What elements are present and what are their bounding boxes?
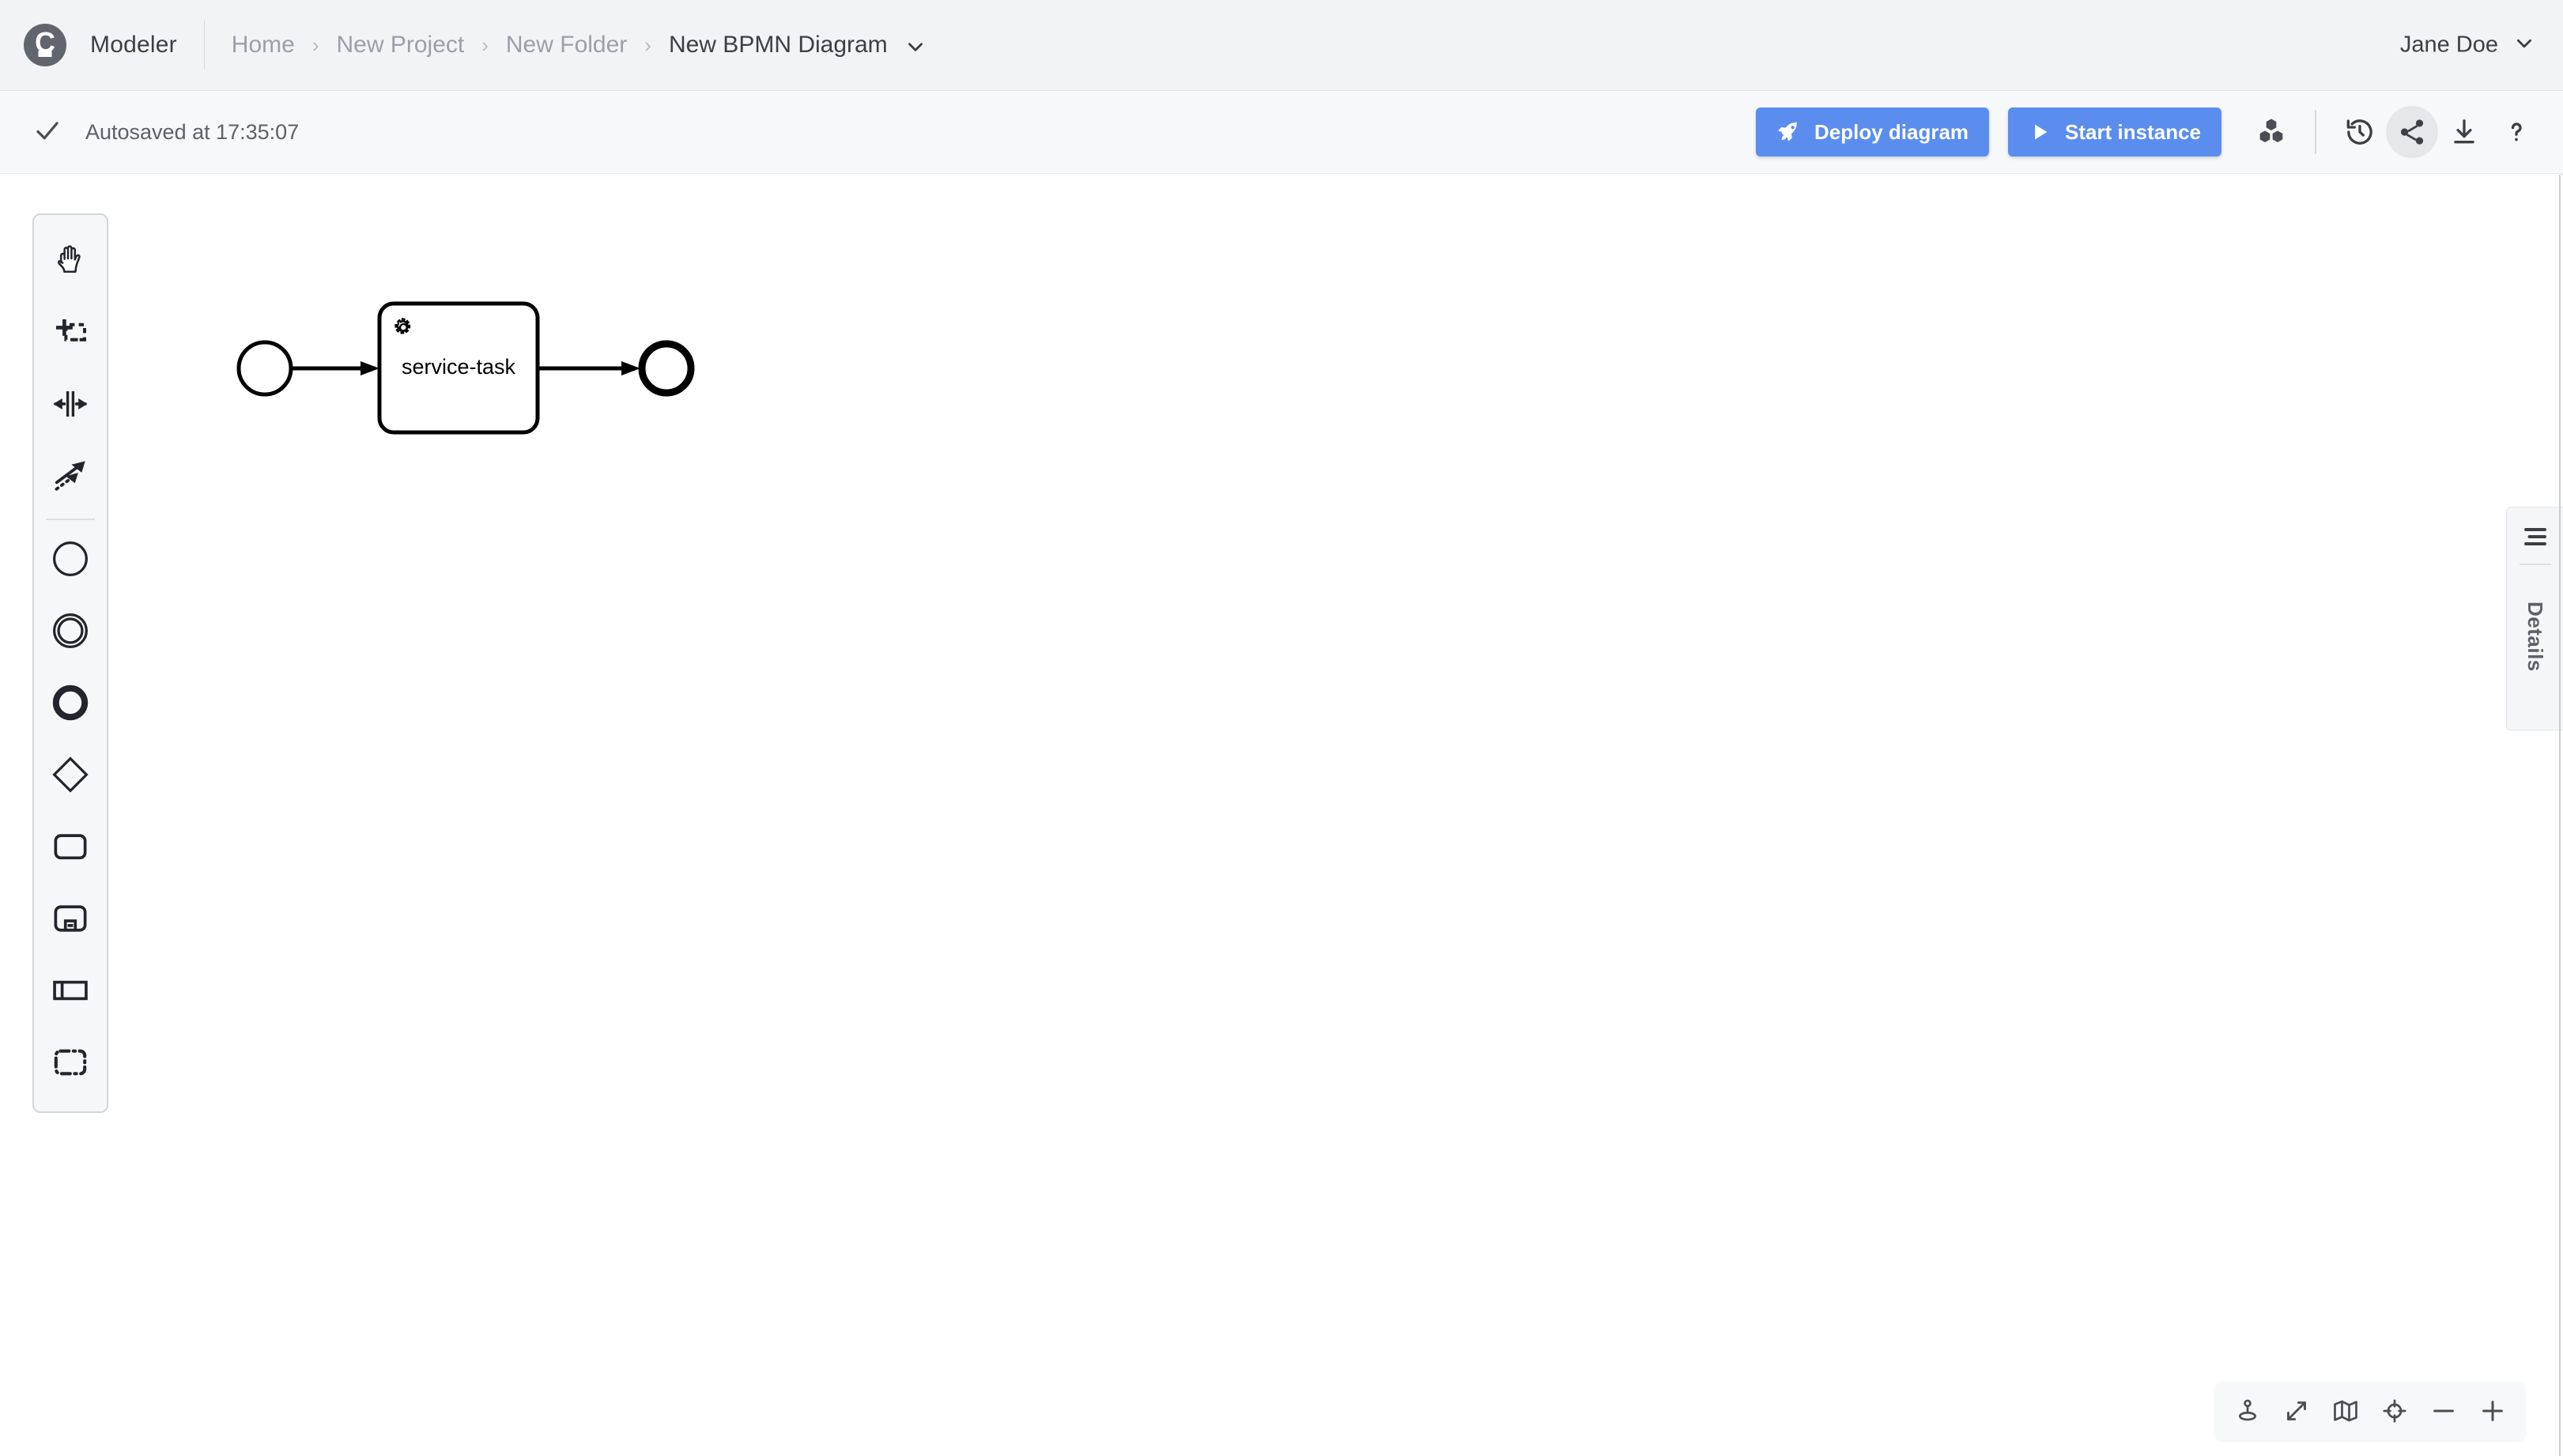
- breadcrumb-separator: ›: [481, 35, 489, 55]
- palette-create-participant[interactable]: [35, 956, 106, 1028]
- logo-wrap: C: [24, 24, 66, 66]
- crosshair-icon[interactable]: [2370, 1386, 2419, 1435]
- autosave-text: Autosaved at 17:35:07: [85, 120, 299, 145]
- chevron-down-icon[interactable]: [905, 36, 923, 54]
- rocket-icon: [1776, 120, 1800, 144]
- breadcrumb-item-new-project[interactable]: New Project: [337, 32, 465, 58]
- start-instance-button[interactable]: Start instance: [2008, 108, 2221, 157]
- group-dashed-rect-icon: [50, 1042, 91, 1087]
- deploy-diagram-button[interactable]: Deploy diagram: [1756, 108, 1989, 157]
- download-icon[interactable]: [2438, 106, 2490, 158]
- camunda-c-logo-icon[interactable]: C: [24, 24, 66, 66]
- question-mark-icon[interactable]: [2490, 106, 2542, 158]
- participant-pool-icon: [50, 970, 91, 1015]
- map-icon[interactable]: [2321, 1386, 2370, 1435]
- autosave-status: Autosaved at 17:35:07: [33, 116, 299, 149]
- bpmn-service-task-label: service-task: [402, 355, 516, 379]
- palette-create-gateway[interactable]: [35, 741, 106, 813]
- canvas-right-edge: [2559, 175, 2561, 1456]
- modeler-app: C Modeler Home › New Project › New Folde…: [0, 0, 2563, 1456]
- breadcrumb-item-new-folder[interactable]: New Folder: [506, 32, 627, 58]
- details-panel-toggle[interactable]: Details: [2506, 507, 2563, 730]
- share-nodes-icon[interactable]: [2386, 106, 2438, 158]
- palette-create-group[interactable]: [35, 1028, 106, 1100]
- palette-create-subprocess[interactable]: [35, 885, 106, 956]
- breadcrumb-separator: ›: [644, 35, 651, 55]
- cluster-hexagons-icon[interactable]: [2245, 106, 2297, 158]
- plus-icon[interactable]: [2468, 1386, 2517, 1435]
- minus-icon[interactable]: [2419, 1386, 2468, 1435]
- start-instance-label: Start instance: [2065, 120, 2201, 145]
- user-menu[interactable]: Jane Doe: [2400, 32, 2535, 58]
- checkmark-icon: [33, 116, 62, 149]
- bpmn-start-event[interactable]: [239, 342, 291, 394]
- details-divider: [2520, 564, 2551, 565]
- logo-bar: [39, 51, 52, 57]
- action-bar: Autosaved at 17:35:07 Deploy diagram: [0, 91, 2563, 174]
- app-name: Modeler: [90, 32, 177, 58]
- deploy-diagram-label: Deploy diagram: [1814, 120, 1968, 145]
- task-rounded-rect-icon: [50, 826, 91, 871]
- bpmn-sequence-flow-2[interactable]: [538, 361, 640, 375]
- hamburger-icon: [2521, 525, 2550, 553]
- map-pin-icon[interactable]: [2223, 1386, 2272, 1435]
- gateway-diamond-icon: [50, 754, 91, 799]
- action-buttons-group: Deploy diagram Start instance: [1756, 106, 2542, 158]
- breadcrumb: Home › New Project › New Folder › New BP…: [232, 32, 923, 58]
- action-bar-divider: [2315, 110, 2316, 154]
- header-divider: [204, 21, 205, 70]
- play-icon: [2029, 121, 2051, 143]
- user-name: Jane Doe: [2400, 32, 2498, 58]
- chevron-down-icon: [2514, 33, 2535, 58]
- bpmn-service-task[interactable]: service-task: [379, 304, 538, 432]
- palette-create-task[interactable]: [35, 813, 106, 885]
- bpmn-sequence-flow-1[interactable]: [293, 361, 379, 375]
- breadcrumb-separator: ›: [312, 35, 319, 55]
- subprocess-expanded-icon: [50, 898, 91, 943]
- breadcrumb-item-new-bpmn-diagram[interactable]: New BPMN Diagram: [669, 32, 888, 58]
- bpmn-end-event[interactable]: [642, 344, 691, 393]
- top-navigation-bar: C Modeler Home › New Project › New Folde…: [0, 0, 2563, 91]
- breadcrumb-item-home[interactable]: Home: [232, 32, 295, 58]
- history-clock-icon[interactable]: [2334, 106, 2386, 158]
- details-panel-label: Details: [2523, 602, 2547, 672]
- bpmn-diagram[interactable]: service-task: [0, 175, 949, 728]
- canvas-zoom-toolbar: [2215, 1382, 2525, 1440]
- diagram-canvas[interactable]: service-task Details: [0, 175, 2563, 1456]
- expand-arrows-icon[interactable]: [2272, 1386, 2321, 1435]
